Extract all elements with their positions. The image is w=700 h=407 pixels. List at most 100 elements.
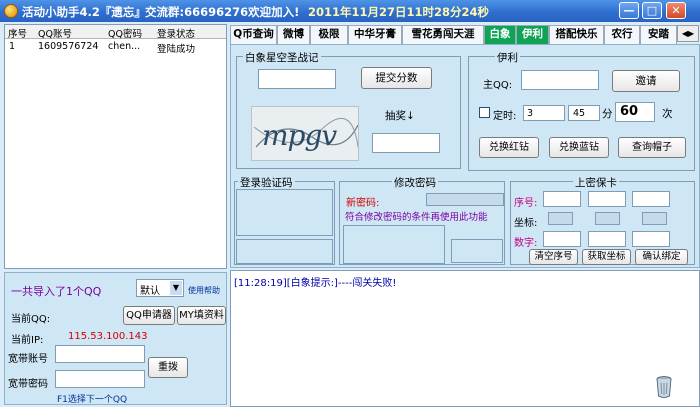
tab-baixiang[interactable]: 白象	[484, 25, 516, 44]
yili-group-title: 伊利	[495, 50, 520, 65]
tab-zhonghua[interactable]: 中华牙膏	[348, 25, 402, 44]
current-qq-label: 当前QQ:	[11, 314, 51, 325]
secret-card-group: 上密保卡 序号: 坐标: 数字: 清空序号 获取坐标 确认绑定	[510, 175, 695, 265]
col-header-qq[interactable]: QQ账号	[38, 26, 72, 40]
login-captcha-group: 登录验证码	[234, 175, 335, 265]
broadband-password-input[interactable]	[55, 370, 145, 388]
change-password-group: 修改密码 新密码: 符合修改密码的条件再使用此功能	[339, 175, 505, 265]
invite-button[interactable]: 邀请	[612, 70, 680, 92]
coord-field-1	[548, 212, 573, 225]
tab-anta[interactable]: 安踏	[640, 25, 677, 44]
change-password-title: 修改密码	[392, 175, 438, 190]
tab-dapei[interactable]: 搭配快乐	[549, 25, 604, 44]
broadband-password-label: 宽带密码	[8, 379, 48, 390]
tab-nonghang[interactable]: 农行	[604, 25, 640, 44]
trash-icon[interactable]	[655, 375, 673, 399]
captcha-image: mpgv	[251, 106, 359, 161]
activity-panel: 白象星空圣战记 提交分数 mpgv 抽奖↓ 伊利 主QQ: 邀请 定时: 3 4…	[230, 44, 700, 268]
minimize-button[interactable]: —	[619, 2, 639, 19]
new-password-input[interactable]	[426, 193, 504, 206]
tab-xuehua[interactable]: 雪花勇闯天涯	[402, 25, 484, 44]
digit-input-2[interactable]	[588, 231, 626, 247]
digit-label: 数字:	[514, 238, 538, 249]
qq-applicant-button[interactable]: QQ申请器	[123, 306, 175, 325]
qq-group-info: 交流群:66696276欢迎加入!	[145, 5, 300, 19]
account-control-panel: 一共导入了1个QQ 默认 ▼ 使用帮助 当前QQ: QQ申请器 MY填资料 当前…	[4, 272, 227, 405]
current-ip-value: 115.53.100.143	[68, 331, 148, 342]
lottery-input[interactable]	[372, 133, 440, 153]
redial-button[interactable]: 重拨	[148, 357, 188, 378]
password-condition-text: 符合修改密码的条件再使用此功能	[345, 212, 488, 223]
col-header-password[interactable]: QQ密码	[108, 26, 142, 40]
tab-jixian[interactable]: 极限	[310, 25, 348, 44]
tab-scroll-arrows[interactable]: ◀▶	[677, 25, 699, 42]
account-table-header: 序号 QQ账号 QQ密码 登录状态	[5, 25, 226, 40]
main-qq-input[interactable]	[521, 70, 599, 90]
maximize-button[interactable]: □	[642, 2, 662, 19]
score-input[interactable]	[258, 69, 336, 89]
digit-input-1[interactable]	[543, 231, 581, 247]
seq-input-3[interactable]	[632, 191, 670, 207]
count-input[interactable]: 60	[615, 102, 655, 122]
submit-score-button[interactable]: 提交分数	[361, 67, 432, 89]
tab-weibo[interactable]: 微博	[277, 25, 310, 44]
login-captcha-input[interactable]	[236, 239, 333, 264]
current-ip-label: 当前IP:	[11, 335, 44, 346]
activity-tabs: Q币查询 微博 极限 中华牙膏 雪花勇闯天涯 白象 伊利 搭配快乐 农行 安踏 …	[230, 25, 700, 44]
cell-password: chen...	[108, 41, 141, 52]
coord-label: 坐标:	[514, 218, 538, 229]
main-qq-label: 主QQ:	[483, 80, 513, 91]
broadband-account-label: 宽带账号	[8, 354, 48, 365]
log-line: [11:28:19][白象提示:]----闯关失败!	[234, 278, 397, 289]
cell-qq: 1609576724	[38, 41, 99, 52]
password-captcha-input[interactable]	[451, 239, 503, 263]
next-qq-hint: F1选择下一个QQ	[57, 395, 128, 405]
exchange-red-diamond-button[interactable]: 兑换红钻	[479, 137, 539, 158]
query-hat-button[interactable]: 查询帽子	[618, 137, 686, 158]
coord-field-2	[595, 212, 620, 225]
log-area[interactable]: [11:28:19][白象提示:]----闯关失败!	[230, 270, 700, 407]
app-icon	[4, 4, 18, 18]
col-header-index[interactable]: 序号	[8, 26, 27, 40]
timer-label: 定时:	[493, 111, 517, 122]
digit-input-3[interactable]	[632, 231, 670, 247]
title-bar: 活动小助手4.2『遗忘』 交流群:66696276欢迎加入! 2011年11月2…	[0, 0, 700, 22]
table-row[interactable]: 1 1609576724 chen... 登陆成功	[5, 40, 226, 55]
tab-yili[interactable]: 伊利	[516, 25, 549, 44]
app-title: 活动小助手4.2『遗忘』	[22, 5, 146, 19]
secret-card-title: 上密保卡	[573, 175, 619, 190]
chevron-down-icon[interactable]: ▼	[170, 281, 182, 295]
clear-seq-button[interactable]: 清空序号	[529, 249, 578, 265]
timer-checkbox[interactable]	[479, 107, 490, 118]
help-link[interactable]: 使用帮助	[188, 285, 220, 296]
fill-profile-button[interactable]: MY填资料	[177, 306, 226, 325]
seq-label: 序号:	[514, 198, 538, 209]
exchange-blue-diamond-button[interactable]: 兑换蓝钻	[549, 137, 609, 158]
confirm-bind-button[interactable]: 确认绑定	[635, 249, 688, 265]
broadband-account-input[interactable]	[55, 345, 145, 363]
get-coord-button[interactable]: 获取坐标	[582, 249, 631, 265]
login-captcha-image	[236, 189, 333, 236]
datetime-display: 2011年11月27日11时28分24秒	[308, 5, 490, 19]
timer-minute-input[interactable]: 45	[568, 105, 600, 121]
yili-group: 伊利 主QQ: 邀请 定时: 3 45 分 60 次 兑换红钻 兑换蓝钻 查询帽…	[468, 50, 695, 171]
seq-input-1[interactable]	[543, 191, 581, 207]
timer-hour-input[interactable]: 3	[523, 105, 565, 121]
import-count: 一共导入了1个QQ	[11, 285, 102, 298]
cell-index: 1	[9, 41, 16, 52]
count-unit: 次	[662, 108, 673, 120]
tab-qb-query[interactable]: Q币查询	[230, 25, 277, 44]
account-table[interactable]: 序号 QQ账号 QQ密码 登录状态 1 1609576724 chen... 登…	[4, 24, 227, 269]
col-header-status[interactable]: 登录状态	[157, 26, 195, 40]
seq-input-2[interactable]	[588, 191, 626, 207]
new-password-label: 新密码:	[346, 198, 380, 209]
baixiang-group-title: 白象星空圣战记	[243, 50, 321, 65]
close-button[interactable]: ✕	[666, 2, 686, 19]
lottery-label: 抽奖↓	[385, 110, 415, 122]
baixiang-group: 白象星空圣战记 提交分数 mpgv 抽奖↓	[236, 50, 461, 169]
minute-unit: 分	[602, 108, 613, 120]
mode-select[interactable]: 默认 ▼	[136, 279, 184, 297]
mode-select-value: 默认	[140, 286, 160, 297]
cell-status: 登陆成功	[157, 44, 196, 55]
login-captcha-title: 登录验证码	[238, 175, 295, 190]
